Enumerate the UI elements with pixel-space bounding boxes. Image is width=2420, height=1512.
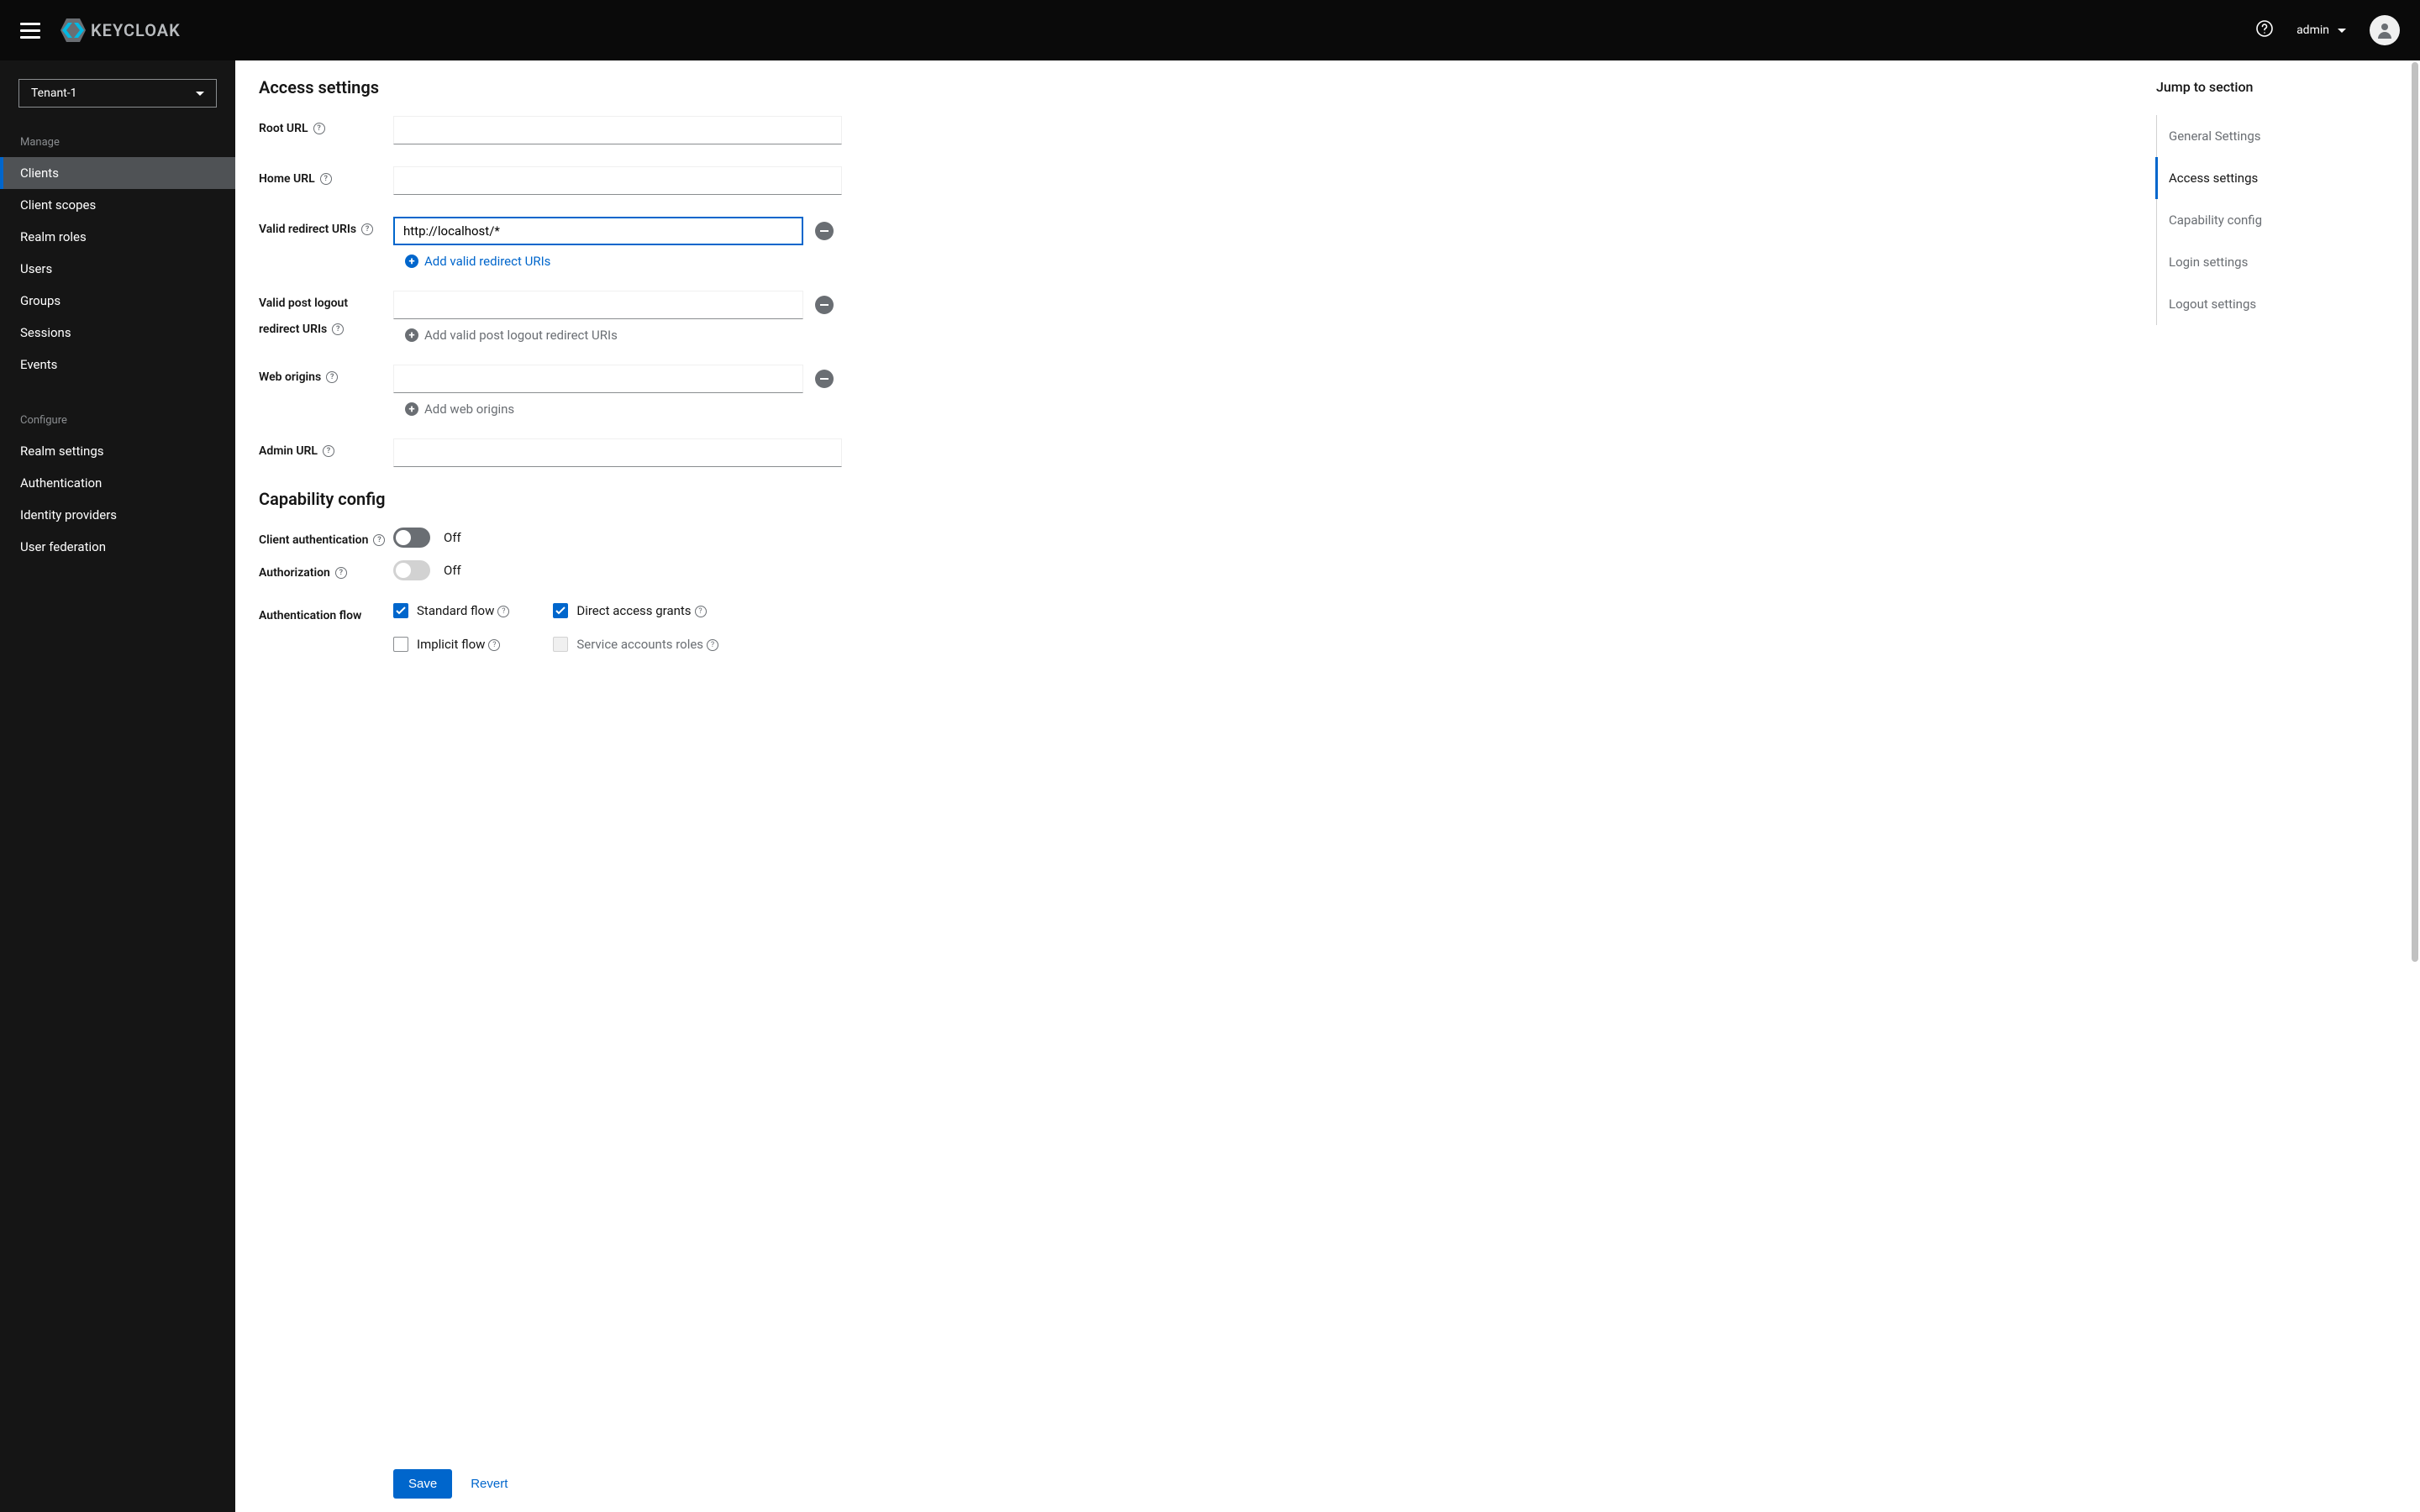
direct-access-label: Direct access grants <box>576 603 691 618</box>
sidebar-item-clients[interactable]: Clients <box>0 157 235 189</box>
nav-section-title-configure: Configure <box>0 406 235 435</box>
minus-icon <box>820 378 829 380</box>
jump-item-login[interactable]: Login settings <box>2157 241 2386 283</box>
client-auth-label: Client authentication <box>259 533 368 549</box>
sidebar-item-realm-settings[interactable]: Realm settings <box>0 435 235 467</box>
save-button[interactable]: Save <box>393 1469 452 1499</box>
help-icon[interactable]: ? <box>361 223 373 235</box>
valid-redirect-label: Valid redirect URIs <box>259 222 356 269</box>
implicit-flow-label: Implicit flow <box>417 637 485 652</box>
jump-item-general[interactable]: General Settings <box>2157 115 2386 157</box>
scrollbar-track[interactable] <box>2410 60 2420 1512</box>
client-auth-toggle[interactable] <box>393 528 430 548</box>
admin-url-label: Admin URL <box>259 444 318 467</box>
authorization-label: Authorization <box>259 565 330 581</box>
valid-post-logout-label-2: redirect URIs <box>259 322 327 338</box>
help-icon[interactable]: ? <box>332 323 344 335</box>
authorization-state: Off <box>444 563 461 578</box>
authorization-toggle <box>393 560 430 580</box>
sidebar-item-users[interactable]: Users <box>0 253 235 285</box>
realm-selected-value: Tenant-1 <box>31 87 77 100</box>
form-scroll-area: Access settings Root URL ? <box>235 60 2133 1455</box>
home-url-input[interactable] <box>393 166 842 195</box>
standard-flow-label: Standard flow <box>417 603 494 618</box>
sidebar: Tenant-1 Manage Clients Client scopes Re… <box>0 60 235 1512</box>
sidebar-item-user-federation[interactable]: User federation <box>0 531 235 563</box>
valid-post-logout-input[interactable] <box>393 291 803 319</box>
remove-post-logout-uri-button[interactable] <box>815 296 834 314</box>
sidebar-item-identity-providers[interactable]: Identity providers <box>0 499 235 531</box>
implicit-flow-checkbox[interactable] <box>393 637 408 652</box>
web-origins-input[interactable] <box>393 365 803 393</box>
help-icon[interactable]: ? <box>335 567 347 579</box>
remove-web-origin-button[interactable] <box>815 370 834 388</box>
standard-flow-checkbox[interactable] <box>393 603 408 618</box>
add-web-origins-button[interactable]: + Add web origins <box>405 402 842 417</box>
jump-item-capability[interactable]: Capability config <box>2157 199 2386 241</box>
sidebar-item-groups[interactable]: Groups <box>0 285 235 317</box>
sidebar-item-authentication[interactable]: Authentication <box>0 467 235 499</box>
sidebar-item-client-scopes[interactable]: Client scopes <box>0 189 235 221</box>
jump-item-logout[interactable]: Logout settings <box>2157 283 2386 325</box>
home-url-label: Home URL <box>259 171 315 195</box>
section-title-access: Access settings <box>259 77 2109 97</box>
add-valid-redirect-button[interactable]: + Add valid redirect URIs <box>405 254 842 269</box>
valid-redirect-input[interactable] <box>393 217 803 245</box>
root-url-label: Root URL <box>259 121 308 144</box>
scrollbar-thumb[interactable] <box>2412 62 2418 962</box>
revert-button[interactable]: Revert <box>471 1469 508 1499</box>
hamburger-menu-button[interactable] <box>20 20 40 40</box>
sidebar-item-realm-roles[interactable]: Realm roles <box>0 221 235 253</box>
sidebar-item-sessions[interactable]: Sessions <box>0 317 235 349</box>
admin-url-input[interactable] <box>393 438 842 467</box>
avatar[interactable] <box>2370 15 2400 45</box>
service-accounts-checkbox <box>553 637 568 652</box>
section-title-capability: Capability config <box>259 489 2109 509</box>
valid-post-logout-label-1: Valid post logout <box>259 296 348 317</box>
keycloak-logo-icon <box>60 18 86 42</box>
help-icon[interactable]: ? <box>313 123 325 134</box>
add-post-logout-uri-button[interactable]: + Add valid post logout redirect URIs <box>405 328 842 343</box>
form-footer: Save Revert <box>259 1455 2109 1512</box>
help-icon[interactable]: ? <box>373 534 385 546</box>
header-bar: KEYCLOAK admin <box>0 0 2420 60</box>
help-icon[interactable]: ? <box>326 371 338 383</box>
help-icon[interactable]: ? <box>707 639 718 651</box>
plus-circle-icon: + <box>405 328 418 342</box>
direct-access-checkbox[interactable] <box>553 603 568 618</box>
check-icon <box>555 606 566 615</box>
sidebar-item-events[interactable]: Events <box>0 349 235 381</box>
help-icon[interactable]: ? <box>320 173 332 185</box>
service-accounts-label: Service accounts roles <box>576 637 703 652</box>
plus-circle-icon: + <box>405 402 418 416</box>
user-menu-label: admin <box>2296 24 2329 37</box>
caret-down-icon <box>196 92 204 96</box>
root-url-input[interactable] <box>393 116 842 144</box>
logo-text: KEYCLOAK <box>91 20 181 40</box>
help-icon[interactable]: ? <box>323 445 334 457</box>
jump-item-access[interactable]: Access settings <box>2155 157 2386 199</box>
auth-flow-label: Authentication flow <box>259 608 361 652</box>
logo[interactable]: KEYCLOAK <box>60 18 181 42</box>
user-menu-button[interactable]: admin <box>2296 24 2346 37</box>
realm-selector-dropdown[interactable]: Tenant-1 <box>18 79 217 108</box>
web-origins-label: Web origins <box>259 370 321 417</box>
check-icon <box>396 606 406 615</box>
help-icon[interactable]: ? <box>695 606 707 617</box>
nav-section-title-manage: Manage <box>0 128 235 157</box>
jump-title: Jump to section <box>2156 79 2386 95</box>
minus-icon <box>820 230 829 232</box>
minus-icon <box>820 304 829 306</box>
help-icon[interactable]: ? <box>488 639 500 651</box>
jump-to-section-nav: Jump to section General Settings Access … <box>2133 60 2410 1512</box>
client-auth-state: Off <box>444 530 461 545</box>
remove-redirect-uri-button[interactable] <box>815 222 834 240</box>
plus-circle-icon: + <box>405 255 418 268</box>
caret-down-icon <box>2338 29 2346 33</box>
help-icon[interactable] <box>2256 20 2273 40</box>
help-icon[interactable]: ? <box>497 606 509 617</box>
